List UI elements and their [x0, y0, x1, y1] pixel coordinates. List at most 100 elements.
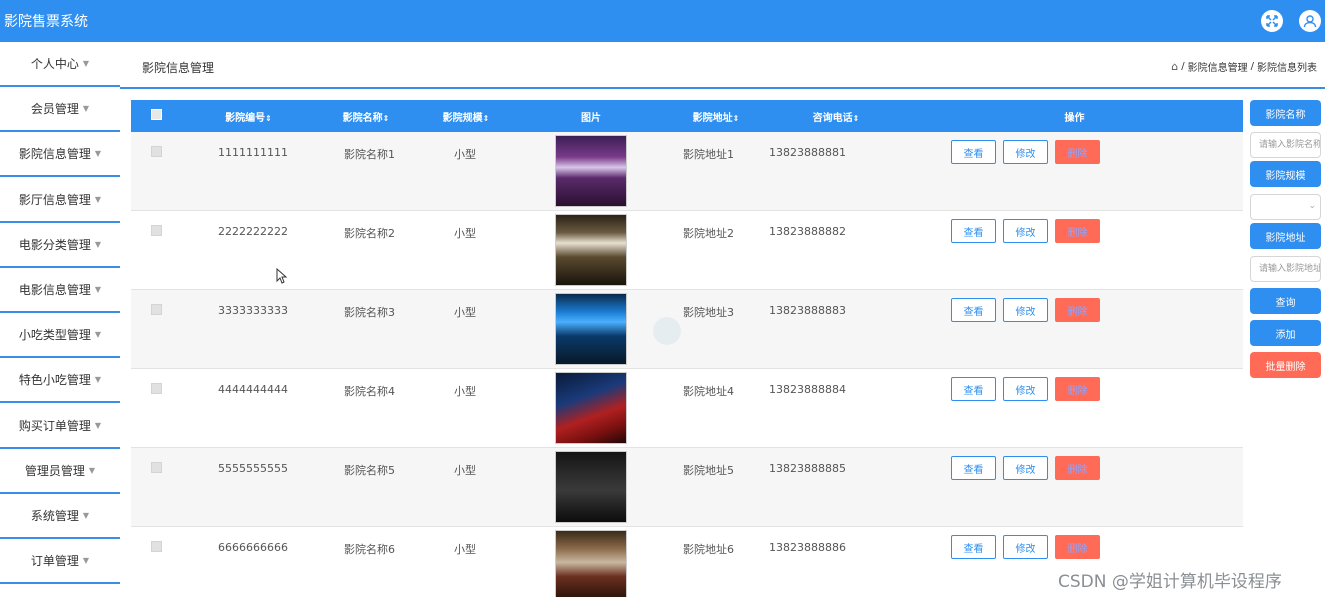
chevron-down-icon: ▼ [82, 59, 90, 68]
home-icon[interactable]: ⌂ [1171, 60, 1178, 73]
edit-button[interactable]: 修改 [1003, 298, 1048, 322]
cinema-name: 影院名称6 [344, 543, 395, 556]
row-checkbox[interactable] [131, 132, 181, 211]
loading-indicator [653, 317, 681, 345]
view-button[interactable]: 查看 [951, 298, 996, 322]
column-header-name[interactable]: 影院名称⇕ [316, 100, 416, 132]
batch-delete-button[interactable]: 批量删除 [1250, 352, 1321, 378]
column-header-image: 图片 [581, 112, 601, 124]
delete-button[interactable]: 删除 [1055, 219, 1100, 243]
cinema-id: 1111111111 [218, 146, 288, 159]
sidebar-item-label: 管理员管理 [24, 463, 85, 478]
sidebar-item-label: 订单管理 [30, 554, 79, 569]
sidebar-item[interactable]: 小吃类型管理 ▼ [0, 313, 120, 359]
fullscreen-icon[interactable] [1261, 10, 1283, 32]
cinema-id: 2222222222 [218, 225, 288, 238]
row-actions: 查看 修改 删除 [906, 369, 1243, 448]
cinema-scale: 小型 [454, 306, 476, 319]
sidebar-item[interactable]: 订单管理 ▼ [0, 539, 120, 585]
cinema-address-input[interactable]: 请输入影院地址 [1250, 256, 1321, 282]
row-checkbox[interactable] [131, 290, 181, 369]
sidebar-item[interactable]: 影院信息管理 ▼ [0, 132, 120, 178]
cinema-name-input[interactable]: 请输入影院名称 [1250, 132, 1321, 158]
sidebar-item[interactable]: 会员管理 ▼ [0, 87, 120, 133]
row-checkbox[interactable] [131, 448, 181, 527]
chevron-down-icon: ▼ [94, 375, 102, 385]
delete-button[interactable]: 删除 [1055, 456, 1100, 480]
delete-button[interactable]: 删除 [1055, 298, 1100, 322]
cinema-id: 4444444444 [218, 383, 288, 396]
column-header-id[interactable]: 影院编号⇕ [181, 100, 316, 132]
sidebar-item-label: 会员管理 [30, 102, 79, 117]
edit-button[interactable]: 修改 [1003, 377, 1048, 401]
cinema-image-cell [516, 132, 666, 211]
edit-button[interactable]: 修改 [1003, 219, 1048, 243]
cinema-image [555, 293, 627, 365]
cinema-scale: 小型 [454, 227, 476, 240]
cinema-address: 影院地址6 [683, 543, 734, 556]
delete-button[interactable]: 删除 [1055, 535, 1100, 559]
cinema-image [555, 135, 627, 207]
sidebar: 个人中心 ▼ 会员管理 ▼ 影院信息管理 ▼ 影厅信息管理 ▼ 电影分类管理 ▼ 电影信息管理 ▼ 小吃… [0, 42, 120, 597]
cinema-address-label: 影院地址 [1250, 223, 1321, 249]
cinema-id: 5555555555 [218, 462, 288, 475]
sidebar-item[interactable]: 影厅信息管理 ▼ [0, 178, 120, 223]
view-button[interactable]: 查看 [951, 219, 996, 243]
cinema-address: 影院地址4 [683, 385, 734, 398]
cinema-image [555, 451, 627, 523]
cinema-id: 6666666666 [218, 541, 288, 554]
cinema-address: 影院地址2 [683, 227, 734, 240]
edit-button[interactable]: 修改 [1003, 140, 1048, 164]
column-header-address[interactable]: 影院地址⇕ [666, 100, 766, 132]
cinema-scale: 小型 [454, 385, 476, 398]
cinema-scale: 小型 [454, 464, 476, 477]
cinema-image-cell [516, 290, 666, 369]
page-title: 影院信息管理 [142, 61, 215, 75]
cinema-scale: 小型 [454, 148, 476, 161]
chevron-down-icon: ▼ [94, 330, 102, 340]
user-icon[interactable] [1299, 10, 1321, 32]
delete-button[interactable]: 删除 [1055, 140, 1100, 164]
breadcrumb: ⌂ / 影院信息管理 / 影院信息列表 [1171, 59, 1317, 74]
row-checkbox[interactable] [131, 211, 181, 290]
column-header-scale[interactable]: 影院规模⇕ [416, 100, 516, 132]
cinema-address: 影院地址1 [683, 148, 734, 161]
sidebar-item[interactable]: 电影分类管理 ▼ [0, 223, 120, 268]
sidebar-item-label: 特色小吃管理 [18, 373, 91, 388]
add-button[interactable]: 添加 [1250, 320, 1321, 346]
column-header-phone[interactable]: 咨询电话⇕ [766, 100, 906, 132]
cinema-name: 影院名称4 [344, 385, 395, 398]
table-row: 4444444444 影院名称4 小型 影院地址4 13823888884 查看 修改 删除 [131, 368, 1243, 448]
view-button[interactable]: 查看 [951, 456, 996, 480]
cinema-name: 影院名称3 [344, 306, 395, 319]
sidebar-item[interactable]: 购买订单管理 ▼ [0, 404, 120, 449]
query-button[interactable]: 查询 [1250, 288, 1321, 314]
delete-button[interactable]: 删除 [1055, 377, 1100, 401]
cinema-image [555, 530, 627, 597]
breadcrumb-item-1[interactable]: 影院信息管理 [1188, 59, 1248, 74]
row-checkbox[interactable] [131, 369, 181, 448]
cinema-name: 影院名称2 [344, 227, 395, 240]
sidebar-item[interactable]: 个人中心 ▼ [0, 42, 120, 87]
chevron-down-icon: ▼ [94, 285, 102, 294]
cinema-image-cell [516, 448, 666, 527]
sidebar-item[interactable]: 系统管理 ▼ [0, 494, 120, 539]
view-button[interactable]: 查看 [951, 377, 996, 401]
view-button[interactable]: 查看 [951, 140, 996, 164]
cinema-scale-select[interactable]: ⌄ [1250, 194, 1321, 220]
select-all-checkbox[interactable] [131, 100, 181, 132]
cinema-name-label: 影院名称 [1250, 100, 1321, 126]
sidebar-item[interactable]: 电影信息管理 ▼ [0, 268, 120, 313]
view-button[interactable]: 查看 [951, 535, 996, 559]
row-checkbox[interactable] [131, 527, 181, 597]
row-actions: 查看 修改 删除 [906, 290, 1243, 369]
cinema-phone: 13823888883 [769, 304, 846, 317]
cinema-scale-label: 影院规模 [1250, 161, 1321, 187]
sidebar-item[interactable]: 管理员管理 ▼ [0, 449, 120, 494]
edit-button[interactable]: 修改 [1003, 456, 1048, 480]
sidebar-item[interactable]: 特色小吃管理 ▼ [0, 358, 120, 404]
cinema-image-cell [516, 211, 666, 290]
chevron-down-icon: ▼ [82, 511, 90, 520]
edit-button[interactable]: 修改 [1003, 535, 1048, 559]
table-row: 5555555555 影院名称5 小型 影院地址5 13823888885 查看 修改 删除 [131, 447, 1243, 527]
